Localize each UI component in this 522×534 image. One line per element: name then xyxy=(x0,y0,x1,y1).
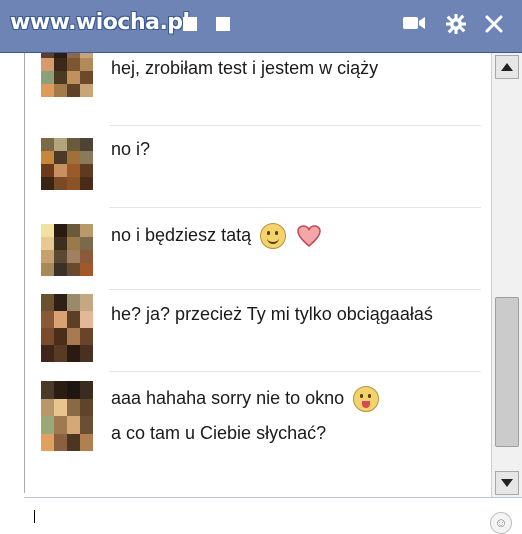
avatar xyxy=(41,138,93,190)
avatar xyxy=(41,381,93,451)
message-text: no i będziesz tatą xyxy=(111,223,321,249)
avatar xyxy=(41,53,93,97)
message-text: aaa hahaha sorry nie to okno xyxy=(111,386,380,412)
text-caret xyxy=(34,510,35,523)
arrow-up-icon xyxy=(501,63,513,71)
smile-emoji xyxy=(260,223,287,249)
message-item: he? ja? przecież Ty mi tylko obciągaałaś xyxy=(25,289,491,371)
scroll-down-button[interactable] xyxy=(495,471,519,495)
message-input[interactable]: ☺ xyxy=(24,497,522,534)
scrollbar-thumb[interactable] xyxy=(495,297,519,447)
tongue-emoji xyxy=(353,386,380,412)
close-icon[interactable] xyxy=(484,14,504,38)
message-item: no i będziesz tatą xyxy=(25,207,491,289)
message-item: hej, zrobiłam test i jestem w ciąży xyxy=(25,53,491,128)
chat-scrollbar[interactable] xyxy=(491,53,522,497)
message-text: he? ja? przecież Ty mi tylko obciągaałaś xyxy=(111,304,433,324)
message-item: no i? xyxy=(25,125,491,207)
video-icon[interactable] xyxy=(402,14,426,36)
avatar xyxy=(41,294,93,362)
hidden-name-block xyxy=(183,17,197,31)
scroll-up-button[interactable] xyxy=(495,55,519,79)
smile-icon[interactable]: ☺ xyxy=(490,512,512,534)
arrow-down-icon xyxy=(501,479,513,487)
message-text: a co tam u Ciebie słychać? xyxy=(111,423,327,443)
chat-messages[interactable]: hej, zrobiłam test i jestem w ciąży no i… xyxy=(24,53,491,493)
watermark-text: www.wiocha.pl xyxy=(10,10,190,35)
heart-emoji xyxy=(297,225,321,247)
message-item: aaa hahaha sorry nie to okno a co tam u … xyxy=(25,371,491,493)
avatar xyxy=(41,224,93,276)
message-text: hej, zrobiłam test i jestem w ciąży xyxy=(111,58,379,78)
chat-titlebar: www.wiocha.pl xyxy=(0,0,522,53)
hidden-name-block xyxy=(216,17,230,31)
gear-icon[interactable] xyxy=(446,14,466,38)
message-text: no i? xyxy=(111,139,151,159)
